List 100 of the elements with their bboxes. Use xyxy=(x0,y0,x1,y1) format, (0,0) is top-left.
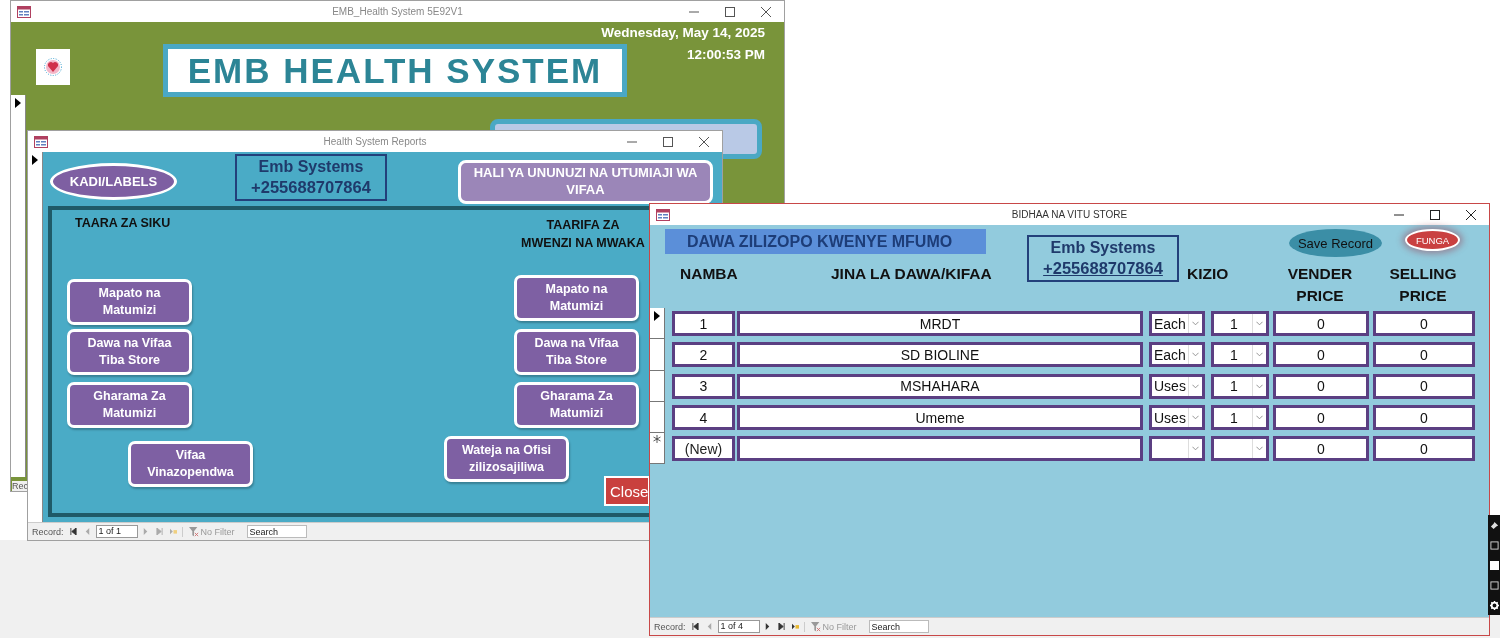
window-title: Health System Reports xyxy=(323,136,427,147)
quantity-dropdown[interactable]: 1 xyxy=(1211,342,1269,368)
search-field[interactable]: Search xyxy=(868,620,929,633)
phone-number: +255688707864 xyxy=(1043,258,1163,279)
quantity-dropdown[interactable]: 1 xyxy=(1211,405,1269,431)
name-field[interactable]: SD BIOLINE xyxy=(737,342,1143,368)
name-field[interactable]: MSHAHARA xyxy=(737,373,1143,399)
record-selector[interactable] xyxy=(650,308,665,340)
caret-icon xyxy=(1188,439,1202,459)
report-button[interactable]: Wateja na Ofisi zilizosajiliwa xyxy=(444,436,569,482)
window-title: BIDHAA NA VITU STORE xyxy=(1011,209,1128,220)
column-header: NAMBA xyxy=(680,264,738,284)
last-record-icon xyxy=(778,623,785,630)
pin-icon[interactable] xyxy=(1489,520,1499,530)
unit-dropdown[interactable]: Each xyxy=(1149,311,1205,337)
save-record-button[interactable]: Save Record xyxy=(1289,229,1382,257)
report-button[interactable]: Dawa na Vifaa Tiba Store xyxy=(514,329,639,375)
vender-price-field[interactable]: 0 xyxy=(1273,373,1369,399)
new-record-icon xyxy=(170,528,177,535)
vender-price-field[interactable]: 0 xyxy=(1273,311,1369,337)
status-text: Rec xyxy=(12,481,28,491)
settings-icon[interactable] xyxy=(1489,600,1499,610)
quantity-dropdown[interactable]: 1 xyxy=(1211,373,1269,399)
record-pointer-icon xyxy=(32,155,38,165)
number-field[interactable]: (New) xyxy=(672,436,735,462)
selling-price-field[interactable]: 0 xyxy=(1373,373,1475,399)
filter-icon xyxy=(810,621,821,632)
last-record-icon xyxy=(156,528,163,535)
new-record-icon xyxy=(653,435,661,444)
caret-icon xyxy=(1252,408,1266,428)
record-position-field[interactable]: 1 of 1 xyxy=(95,525,138,538)
number-field[interactable]: 3 xyxy=(672,373,735,399)
caret-icon xyxy=(1188,314,1202,334)
selling-price-field[interactable]: 0 xyxy=(1373,436,1475,462)
close-icon xyxy=(761,6,771,17)
caret-icon xyxy=(1252,376,1266,396)
form-heading: DAWA ZILIZOPO KWENYE MFUMO xyxy=(665,229,986,254)
quantity-dropdown[interactable]: 1 xyxy=(1211,311,1269,337)
record-label: Record: xyxy=(654,621,686,632)
first-record-icon xyxy=(70,528,77,535)
record-pointer-icon xyxy=(654,311,660,321)
search-field[interactable]: Search xyxy=(246,525,307,538)
selling-price-field[interactable]: 0 xyxy=(1373,342,1475,368)
report-button[interactable]: Gharama Za Matumizi xyxy=(67,382,192,428)
previous-record-icon xyxy=(706,623,713,630)
filter-icon xyxy=(188,526,199,537)
brand-name: Emb Systems xyxy=(258,157,364,178)
report-button[interactable]: Mapato na Matumizi xyxy=(514,275,639,321)
report-button[interactable]: Dawa na Vifaa Tiba Store xyxy=(67,329,192,375)
name-field[interactable]: MRDT xyxy=(737,311,1143,337)
banner-title: EMB HEALTH SYSTEM xyxy=(163,44,627,97)
phone-number: +255688707864 xyxy=(251,177,371,198)
window-title: EMB_Health System 5E92V1 xyxy=(332,6,463,17)
vender-price-field[interactable]: 0 xyxy=(1273,405,1369,431)
maximize-icon xyxy=(725,6,735,17)
first-record-icon xyxy=(692,623,699,630)
record-label: Record: xyxy=(32,526,64,537)
next-record-icon xyxy=(764,623,771,630)
report-button[interactable]: Vifaa Vinazopendwa xyxy=(128,441,253,487)
name-field[interactable]: Umeme xyxy=(737,405,1143,431)
next-record-icon xyxy=(142,528,149,535)
record-position-field[interactable]: 1 of 4 xyxy=(717,620,760,633)
unit-dropdown[interactable]: Uses xyxy=(1149,373,1205,399)
close-form-button[interactable]: Close xyxy=(604,476,650,506)
last-record-button[interactable] xyxy=(775,620,788,633)
report-button[interactable]: Gharama Za Matumizi xyxy=(514,382,639,428)
square-icon[interactable] xyxy=(1489,560,1499,570)
column-header: JINA LA DAWA/KIFAA xyxy=(831,264,992,284)
form-icon xyxy=(17,5,31,18)
labels-button[interactable]: KADI/LABELS xyxy=(50,163,177,200)
vender-price-field[interactable]: 0 xyxy=(1273,436,1369,462)
selling-price-field[interactable]: 0 xyxy=(1373,311,1475,337)
column-header: VENDER PRICE xyxy=(1286,264,1354,307)
caret-icon xyxy=(1252,345,1266,365)
first-record-button[interactable] xyxy=(67,525,80,538)
unit-dropdown[interactable] xyxy=(1149,436,1205,462)
column-header: KIZIO xyxy=(1187,264,1229,284)
column-header: SELLING PRICE xyxy=(1388,264,1458,307)
close-icon xyxy=(699,136,709,147)
vender-price-field[interactable]: 0 xyxy=(1273,342,1369,368)
caret-icon xyxy=(1252,439,1266,459)
number-field[interactable]: 2 xyxy=(672,342,735,368)
section-heading: TAARA ZA SIKU xyxy=(75,216,171,230)
maximize-icon xyxy=(1430,209,1440,220)
unit-dropdown[interactable]: Uses xyxy=(1149,405,1205,431)
quantity-dropdown[interactable] xyxy=(1211,436,1269,462)
brand-name: Emb Systems xyxy=(1050,238,1156,259)
name-field[interactable] xyxy=(737,436,1143,462)
unit-dropdown[interactable]: Each xyxy=(1149,342,1205,368)
number-field[interactable]: 4 xyxy=(672,405,735,431)
close-form-button[interactable]: FUNGA xyxy=(1405,229,1460,251)
logo-icon xyxy=(36,49,70,85)
first-record-button[interactable] xyxy=(689,620,702,633)
caret-icon xyxy=(1188,345,1202,365)
form-icon xyxy=(34,135,48,148)
new-record-icon xyxy=(792,623,799,630)
number-field[interactable]: 1 xyxy=(672,311,735,337)
selling-price-field[interactable]: 0 xyxy=(1373,405,1475,431)
report-button[interactable]: Mapato na Matumizi xyxy=(67,279,192,325)
section-heading: TAARIFA ZA MWENZI NA MWAKA xyxy=(520,217,646,253)
